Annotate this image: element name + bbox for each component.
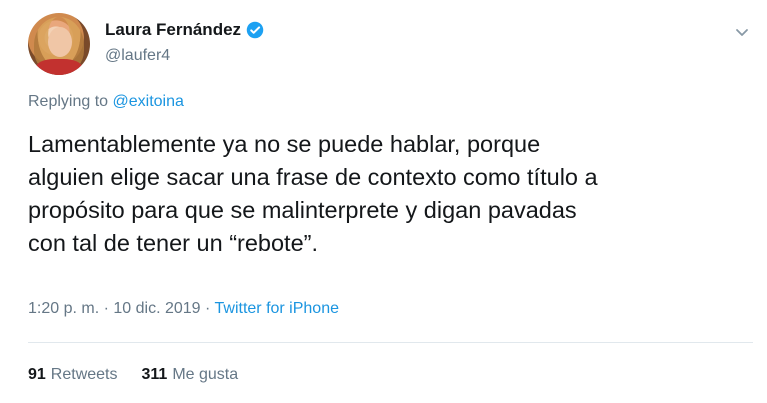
retweets-label: Retweets — [50, 366, 118, 383]
author-display-name[interactable]: Laura Fernández — [105, 20, 241, 40]
likes-count: 311 — [141, 366, 168, 383]
likes-stat[interactable]: 311 Me gusta — [142, 366, 239, 384]
chevron-down-icon[interactable] — [734, 24, 750, 40]
tweet-date[interactable]: 10 dic. 2019 — [113, 300, 200, 317]
avatar[interactable] — [28, 13, 90, 75]
meta-separator: · — [99, 300, 114, 317]
tweet-meta: 1:20 p. m. · 10 dic. 2019 · Twitter for … — [28, 300, 339, 318]
verified-badge-icon — [246, 21, 264, 39]
author-name-row: Laura Fernández — [105, 20, 264, 40]
tweet-stats: 91 Retweets 311 Me gusta — [28, 366, 238, 384]
avatar-shirt — [36, 59, 82, 75]
meta-separator: · — [200, 300, 215, 317]
tweet-text: Lamentablemente ya no se puede hablar, p… — [28, 131, 598, 256]
divider — [28, 342, 753, 343]
retweets-stat[interactable]: 91 Retweets — [28, 366, 118, 384]
author-handle[interactable]: @laufer4 — [105, 47, 170, 65]
reply-mention-link[interactable]: @exitoina — [113, 93, 184, 110]
replying-to: Replying to @exitoina — [28, 93, 184, 111]
avatar-face — [48, 27, 72, 57]
likes-label: Me gusta — [172, 366, 239, 383]
tweet-card: Laura Fernández @laufer4 Replying to @ex… — [0, 0, 767, 403]
tweet-time[interactable]: 1:20 p. m. — [28, 300, 99, 317]
retweets-count: 91 — [28, 366, 46, 383]
tweet-source-link[interactable]: Twitter for iPhone — [215, 300, 340, 317]
replying-prefix: Replying to — [28, 93, 113, 110]
